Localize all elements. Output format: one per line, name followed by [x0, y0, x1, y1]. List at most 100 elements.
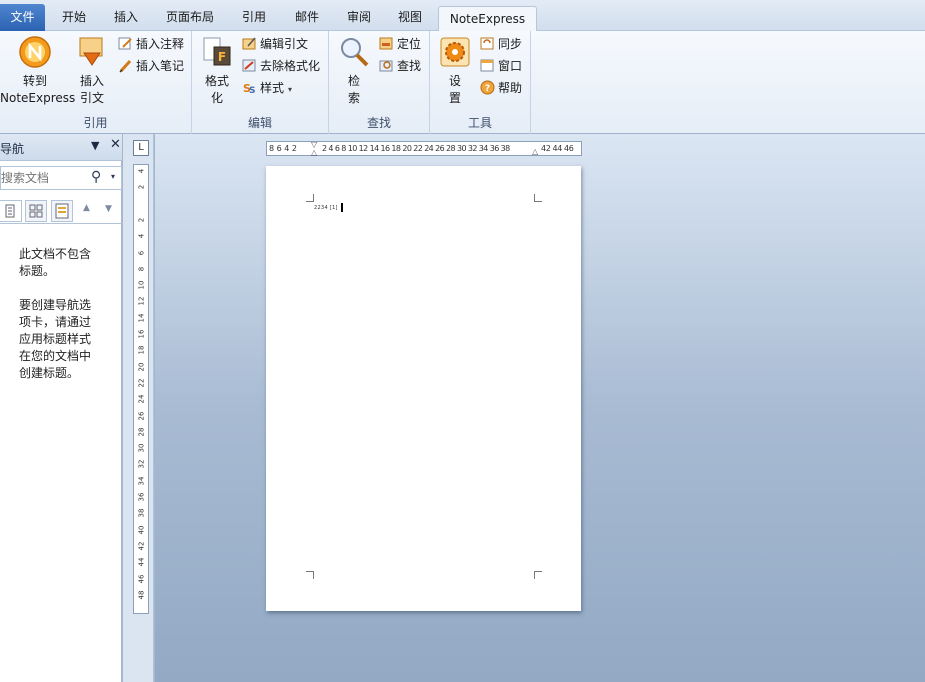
nav-tab-headings[interactable] [0, 200, 22, 222]
search-results-icon [55, 203, 69, 219]
vertical-ruler-mark: 36 [137, 492, 146, 502]
right-indent-marker-icon[interactable]: △ [532, 148, 538, 156]
search-button[interactable]: 检 索 [337, 35, 371, 107]
nav-view-tabs: ▲ ▼ [0, 198, 122, 224]
vertical-ruler-mark: 16 [137, 329, 146, 339]
nav-title: 导航 [0, 142, 25, 156]
insert-citation-button[interactable]: 插入 引文 [72, 35, 112, 107]
vertical-ruler-mark: 44 [137, 557, 146, 567]
vertical-ruler-mark: 6 [137, 250, 146, 255]
sync-icon [480, 37, 494, 50]
ruler-right-marks: 2 4 6 8 10 12 14 16 18 20 22 24 26 28 30… [322, 144, 510, 153]
vertical-ruler-mark: 48 [137, 590, 146, 600]
locate-label: 定位 [397, 37, 422, 51]
window-button[interactable]: 窗口 [480, 56, 522, 76]
vertical-ruler-mark: 46 [137, 574, 146, 583]
nav-tab-results[interactable] [51, 200, 73, 222]
edit-citation-icon [242, 37, 256, 50]
group-citation: 转到 NoteExpress 插入 引文 插入注释 插入笔记 引用 [0, 31, 192, 134]
page-thumbnails-icon [29, 204, 43, 218]
locate-button[interactable]: 定位 [379, 34, 421, 54]
insert-note-button[interactable]: 插入注释 [118, 34, 184, 54]
ruler-far-marks: 42 44 46 [541, 144, 574, 153]
headings-icon [5, 204, 15, 218]
previous-arrow-icon[interactable]: ▲ [83, 203, 90, 213]
group-citation-label: 引用 [83, 116, 108, 130]
crop-mark-top-left [306, 194, 314, 202]
format-document-icon: F [203, 37, 231, 66]
sync-button[interactable]: 同步 [480, 34, 522, 54]
tab-view[interactable]: 视图 [388, 6, 432, 31]
vertical-ruler-mark: 38 [137, 508, 146, 518]
vertical-ruler-mark: 22 [137, 378, 146, 388]
vertical-ruler-mark: 8 [137, 266, 146, 272]
goto-label-line2: NoteExpress [0, 91, 76, 105]
pen-icon [119, 59, 132, 73]
nav-options-dropdown-icon[interactable]: ▼ [91, 139, 99, 152]
vertical-ruler-area: L 4 2 2 4 6 8 10 12 14 16 18 20 22 24 26 28 30 32 34 36 38 40… [123, 134, 154, 682]
group-edit-label: 编辑 [247, 116, 272, 130]
close-icon[interactable]: ✕ [110, 137, 121, 152]
indent-marker-bottom-icon[interactable]: △ [311, 149, 317, 157]
window-label: 窗口 [498, 59, 523, 73]
document-page[interactable]: 2234 [1] [266, 166, 581, 611]
vertical-ruler-mark: 42 [137, 541, 146, 551]
tab-insert[interactable]: 插入 [104, 6, 148, 31]
document-body-text[interactable]: 2234 [1] [314, 205, 338, 211]
gear-icon [440, 37, 470, 67]
remove-format-label: 去除格式化 [260, 59, 321, 73]
ribbon-tab-bar: 文件 开始 插入 页面布局 引用 邮件 审阅 视图 NoteExpress [0, 0, 925, 32]
remove-format-button[interactable]: 去除格式化 [242, 56, 320, 76]
group-find: 检 索 定位 查找 查找 [329, 31, 430, 134]
group-find-label: 查找 [366, 116, 391, 130]
insert-label-line1: 插入 [79, 74, 104, 88]
window-icon [480, 59, 494, 72]
crop-mark-bottom-left [306, 571, 314, 579]
insert-notes-button[interactable]: 插入笔记 [118, 56, 184, 76]
group-tools: 设 置 同步 窗口 ? 帮助 工具 [430, 31, 531, 134]
format-label-line1: 格式 [204, 74, 229, 88]
tab-home[interactable]: 开始 [54, 6, 94, 31]
nav-search-input[interactable] [1, 169, 81, 187]
text-cursor [341, 203, 343, 212]
settings-label-line2: 置 [448, 91, 461, 105]
tab-mailings[interactable]: 邮件 [285, 6, 329, 31]
format-button[interactable]: F 格式 化 [200, 35, 234, 107]
noteexpress-logo-icon [19, 36, 51, 68]
tab-review[interactable]: 审阅 [337, 6, 381, 31]
nav-search-box: ⚲ ▾ [0, 166, 122, 190]
edit-citation-button[interactable]: 编辑引文 [242, 34, 308, 54]
horizontal-ruler[interactable]: 8 6 4 2 ▽ △ 2 4 6 8 10 12 14 16 18 20 22… [266, 141, 582, 157]
find-button[interactable]: 查找 [379, 56, 421, 76]
nav-empty-message: 此文档不包含标题。 要创建导航选项卡，请通过应用标题样式在您的文档中创建标题。 [19, 246, 99, 399]
remove-format-icon [242, 59, 256, 72]
format-label-line2: 化 [210, 91, 223, 105]
tab-file[interactable]: 文件 [0, 4, 45, 31]
insert-citation-icon [79, 37, 103, 66]
settings-button[interactable]: 设 置 [438, 35, 472, 107]
nav-tab-pages[interactable] [25, 200, 47, 222]
sync-label: 同步 [498, 37, 523, 51]
tab-references[interactable]: 引用 [232, 6, 276, 31]
crop-mark-bottom-right [534, 571, 542, 579]
word-window: 文件 开始 插入 页面布局 引用 邮件 审阅 视图 NoteExpress 转到… [0, 0, 925, 682]
style-dropdown-button[interactable]: S S 样式 ▾ [242, 78, 292, 98]
find-icon [379, 60, 393, 72]
vertical-ruler-mark: 2 [137, 185, 146, 190]
help-label: 帮助 [498, 81, 523, 95]
next-arrow-icon[interactable]: ▼ [105, 204, 112, 214]
vertical-ruler-mark: 30 [137, 443, 146, 453]
tab-noteexpress[interactable]: NoteExpress [438, 6, 537, 32]
tab-page-layout[interactable]: 页面布局 [160, 6, 220, 31]
tab-selector-button[interactable]: L [133, 140, 149, 156]
search-icon[interactable]: ⚲ [91, 169, 101, 185]
help-button[interactable]: ? 帮助 [480, 78, 522, 98]
vertical-ruler[interactable]: 4 2 2 4 6 8 10 12 14 16 18 20 22 24 26 28 30 32 34 36 38 40 42… [133, 164, 149, 614]
vertical-ruler-mark: 4 [137, 168, 146, 174]
search-dropdown-icon[interactable]: ▾ [111, 172, 115, 181]
vertical-ruler-mark: 4 [137, 233, 146, 239]
edit-citation-label: 编辑引文 [260, 37, 309, 51]
goto-noteexpress-button[interactable]: 转到 NoteExpress [0, 35, 76, 107]
note-pencil-icon [118, 37, 132, 50]
vertical-ruler-mark: 26 [137, 411, 146, 420]
